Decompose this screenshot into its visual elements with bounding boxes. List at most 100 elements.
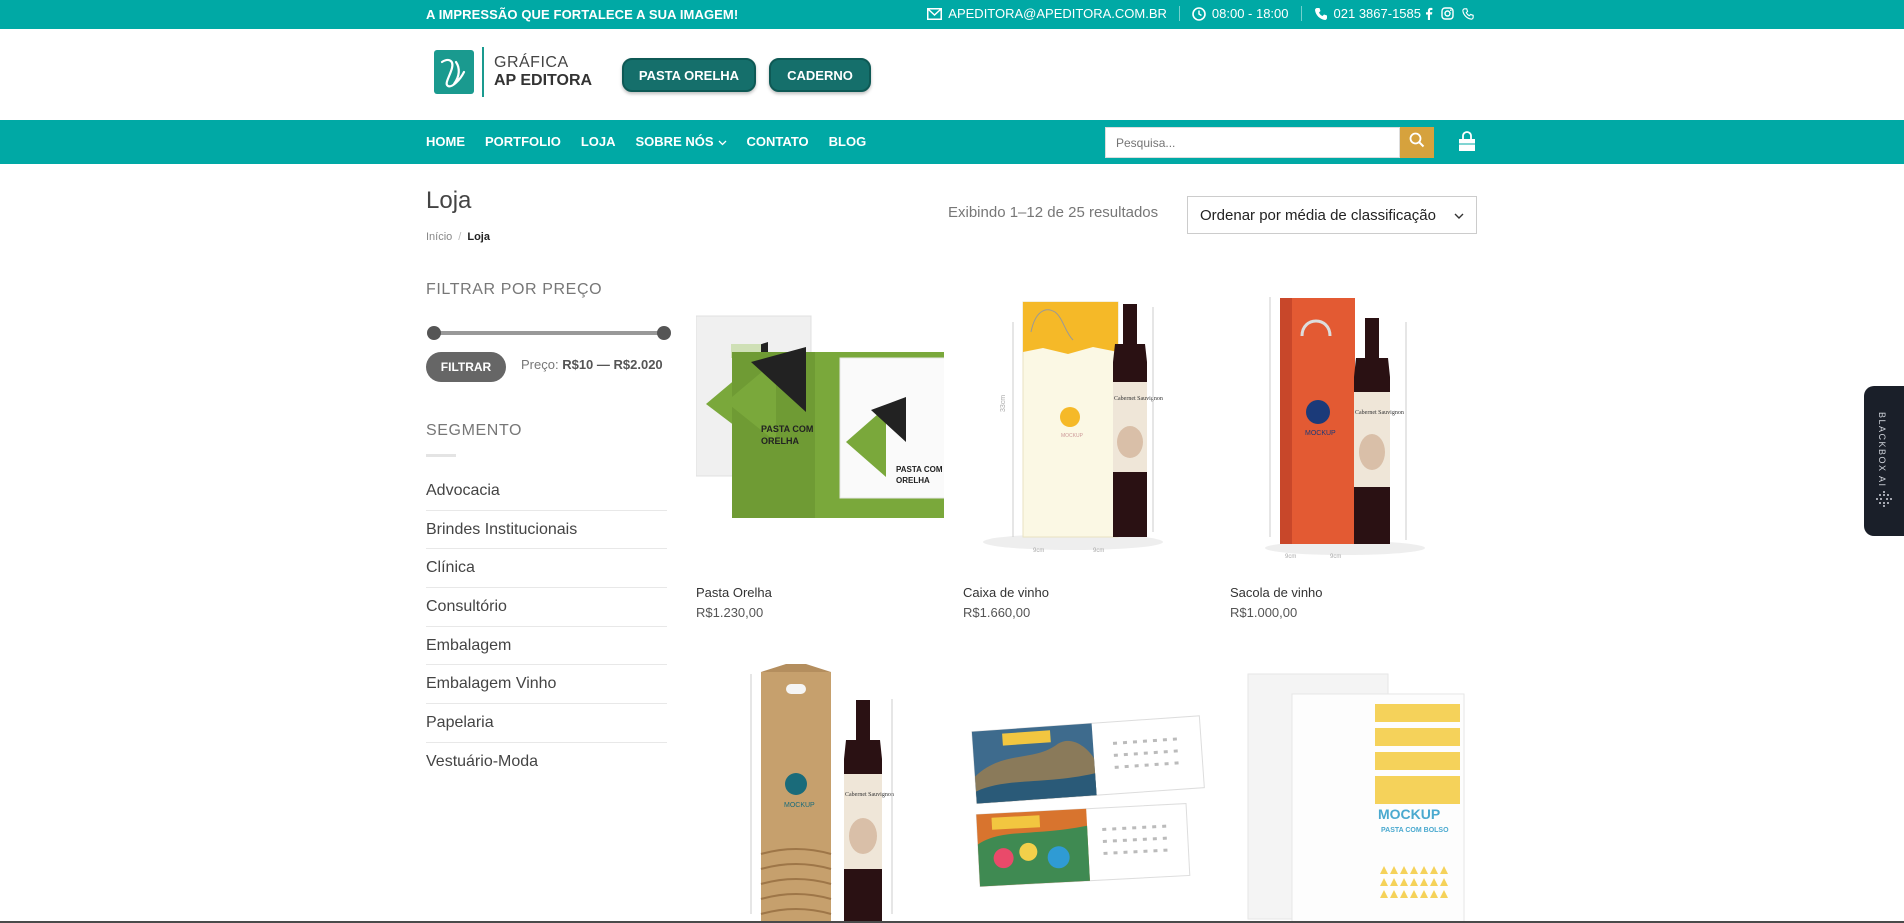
email-text: APEDITORA@APEDITORA.COM.BR [948,6,1167,21]
segment-item[interactable]: Embalagem Vinho [426,665,667,705]
product-image-text: MOCKUP [1305,430,1336,437]
top-bar: A IMPRESSÃO QUE FORTALECE A SUA IMAGEM! … [0,0,1904,29]
divider [1300,6,1302,21]
product-image-text: PASTA COM BOLSO [1381,827,1449,834]
nav-label: PORTFOLIO [485,134,561,149]
result-count: Exibindo 1–12 de 25 resultados [948,204,1159,221]
nav-item-loja[interactable]: LOJA [581,134,616,149]
product-card[interactable]: 33cm MOCKUP Cabernet Sauvignon 9cm 9cm C… [963,292,1211,620]
price-slider-track [429,331,664,335]
price-filter-title: FILTRAR POR PREÇO [426,281,603,298]
email-link[interactable]: APEDITORA@APEDITORA.COM.BR [927,6,1167,21]
product-image-text: PASTA COM [896,465,943,474]
breadcrumb: Início / Loja [426,231,490,243]
filter-button[interactable]: FILTRAR [426,352,506,382]
nav-menu: HOME PORTFOLIO LOJA SOBRE NÓS CONTATO BL… [426,134,886,149]
price-range: Preço: R$10 — R$2.020 [521,357,663,372]
price-label: Preço: [521,357,559,372]
nav-label: LOJA [580,134,616,149]
product-name[interactable]: Caixa de vinho [963,585,1049,600]
orderby-select[interactable]: Ordenar por média de classificação [1187,196,1477,234]
mail-icon [927,7,943,20]
nav-item-portfolio[interactable]: PORTFOLIO [485,134,561,149]
logo-divider [482,47,484,97]
svg-text:9cm: 9cm [1330,554,1341,560]
nav-item-contato[interactable]: CONTATO [747,134,809,149]
product-image[interactable]: PASTA COM ORELHA PASTA COM ORELHA [696,292,944,560]
nav-label: CONTATO [746,134,809,149]
instagram-icon[interactable] [1441,7,1454,20]
chevron-down-icon [718,134,727,149]
product-price: R$1.230,00 [696,605,764,620]
product-card[interactable] [963,664,1211,922]
breadcrumb-separator: / [458,231,462,243]
price-slider-max-handle[interactable] [657,326,671,340]
nav-item-sobre-nos[interactable]: SOBRE NÓS [636,134,727,149]
logo-mark [434,50,474,94]
search-input[interactable] [1105,127,1400,158]
main-nav: HOME PORTFOLIO LOJA SOBRE NÓS CONTATO BL… [0,120,1904,164]
product-image-text: MOCKUP [1378,806,1440,822]
pasta-orelha-button[interactable]: PASTA ORELHA [622,58,756,92]
segment-item[interactable]: Papelaria [426,704,667,743]
product-image-text: ORELHA [761,436,800,446]
site-logo[interactable]: GRÁFICA AP EDITORA [434,47,592,97]
svg-text:33cm: 33cm [1000,395,1007,412]
segment-item[interactable]: Advocacia [426,472,667,511]
phone-icon[interactable] [1462,7,1474,20]
nav-item-home[interactable]: HOME [426,134,465,149]
nav-item-blog[interactable]: BLOG [829,134,867,149]
segment-item[interactable]: Brindes Institucionais [426,511,667,550]
breadcrumb-current: Loja [467,231,490,243]
product-image-text: Cabernet Sauvignon [845,792,894,798]
hours: 08:00 - 18:00 [1192,6,1289,21]
product-image[interactable] [963,664,1211,922]
tagline: A IMPRESSÃO QUE FORTALECE A SUA IMAGEM! [426,7,739,22]
segment-item[interactable]: Consultório [426,588,667,627]
svg-text:9cm: 9cm [1093,548,1104,554]
nav-label: HOME [426,134,465,149]
product-card[interactable]: PASTA COM ORELHA PASTA COM ORELHA Pasta … [696,292,944,620]
orderby-value: Ordenar por média de classificação [1200,206,1436,224]
nav-label: BLOG [828,134,867,149]
logo-line-1: GRÁFICA [494,54,569,71]
product-image-text: MOCKUP [784,802,815,809]
contact-info: APEDITORA@APEDITORA.COM.BR 08:00 - 18:00… [927,6,1474,21]
svg-text:9cm: 9cm [1285,554,1296,560]
clock-icon [1192,6,1206,21]
phone-icon [1314,7,1328,21]
product-image[interactable]: MOCKUP PASTA COM BOLSO [1230,664,1478,922]
caderno-button[interactable]: CADERNO [769,58,871,92]
phone-link[interactable]: 021 3867-1585 [1314,6,1421,21]
cart-button[interactable] [1456,131,1478,158]
search-button[interactable] [1400,127,1434,158]
shopping-bag-icon [1456,131,1478,157]
price-slider-min-handle[interactable] [427,326,441,340]
facebook-icon[interactable] [1425,7,1433,20]
dots-icon [1875,490,1893,513]
breadcrumb-home[interactable]: Início [426,231,452,243]
price-range-value: R$10 — R$2.020 [562,357,663,372]
product-price: R$1.660,00 [963,605,1031,620]
product-name[interactable]: Sacola de vinho [1230,585,1323,600]
blackbox-label: BLACKBOX AI [1877,412,1887,488]
segment-item[interactable]: Clínica [426,549,667,589]
product-name[interactable]: Pasta Orelha [696,585,772,600]
chevron-down-icon [1454,207,1464,224]
segment-title-underline [426,454,456,457]
segment-item[interactable]: Embalagem [426,627,667,666]
product-card[interactable]: MOCKUP Cabernet Sauvignon 9cm 9cm Sacola… [1230,292,1478,620]
segment-item[interactable]: Vestuário-Moda [426,743,667,782]
logo-line-2: AP EDITORA [494,72,593,89]
nav-label: SOBRE NÓS [635,134,714,149]
logo-text: GRÁFICA AP EDITORA [494,54,592,90]
product-image[interactable]: MOCKUP Cabernet Sauvignon [696,664,944,922]
blackbox-ai-tab[interactable]: BLACKBOX AI [1864,386,1904,536]
product-image[interactable]: MOCKUP Cabernet Sauvignon 9cm 9cm [1230,292,1478,560]
phone-text: 021 3867-1585 [1333,6,1421,21]
product-card[interactable]: MOCKUP Cabernet Sauvignon [696,664,944,922]
product-card[interactable]: MOCKUP PASTA COM BOLSO [1230,664,1478,922]
hours-text: 08:00 - 18:00 [1211,6,1289,21]
segment-list: Advocacia Brindes Institucionais Clínica… [426,472,667,782]
product-image[interactable]: 33cm MOCKUP Cabernet Sauvignon 9cm 9cm [963,292,1211,560]
